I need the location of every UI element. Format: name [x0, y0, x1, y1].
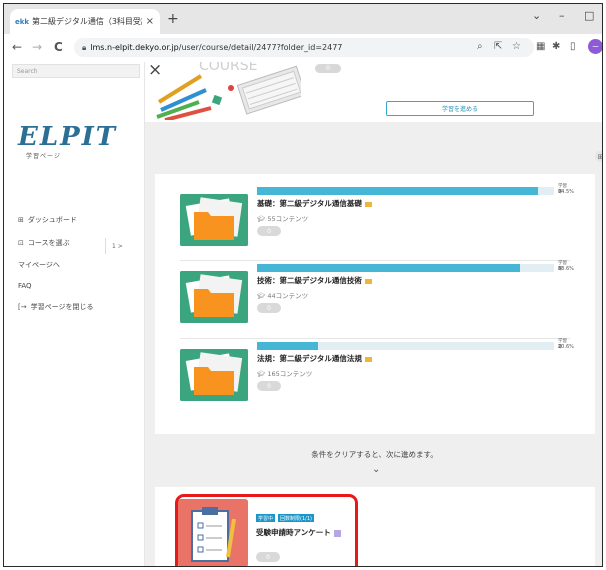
folder-icon — [364, 356, 372, 362]
folder-thumbnail-icon — [180, 271, 248, 323]
status-badge: 学習中 — [256, 514, 276, 522]
close-banner-button[interactable]: × — [148, 62, 162, 80]
share-icon[interactable]: ⇱ — [494, 41, 502, 52]
sidebar-item-faq[interactable]: FAQ — [18, 282, 32, 290]
back-button[interactable]: ← — [12, 40, 22, 54]
puzzle-icon[interactable]: ✱ — [552, 41, 560, 52]
start-learning-button[interactable]: 学習を進める — [386, 101, 534, 116]
sidebar: Search ELPIT 学習ページ ⊞ ダッシュボード ⊡ コースを選ぶ 1 … — [4, 62, 145, 566]
progress-bar — [257, 187, 554, 195]
sidebar-item-label: ダッシュボード — [27, 216, 77, 224]
sidebar-item-dashboard[interactable]: ⊞ ダッシュボード — [18, 215, 77, 225]
cap-icon: 🎓︎ — [257, 215, 268, 223]
course-title[interactable]: 法規：第二級デジタル通信法規 — [257, 354, 362, 363]
browser-window: ekk 第二級デジタル通信（3科目受講 × + ⌄ – □ ← → C 🔒︎ l… — [3, 3, 603, 567]
sidebar-item-choose-course[interactable]: ⊡ コースを選ぶ — [18, 238, 70, 248]
sidebar-item-label: FAQ — [18, 282, 32, 290]
divider — [105, 238, 106, 254]
maximize-button[interactable]: □ — [584, 9, 594, 22]
sidepanel-icon[interactable]: ▯ — [570, 41, 576, 52]
banner-course-text: COURSE — [199, 62, 258, 74]
course-title[interactable]: 技術：第二級デジタル通信技術 — [257, 276, 362, 285]
content-count: 44コンテンツ — [267, 292, 309, 300]
progress-fill — [257, 187, 538, 195]
survey-card[interactable]: 学習中 回数制限(1/1) 受験申請時アンケート 0 — [155, 487, 595, 566]
bookmark-star-icon[interactable]: ☆ — [512, 41, 521, 52]
expand-icon[interactable]: ⊞ — [595, 151, 602, 162]
cap-icon: 🎓︎ — [257, 292, 268, 300]
zoom-icon[interactable]: ⌕ — [477, 41, 483, 52]
new-tab-button[interactable]: + — [167, 11, 179, 27]
tab-strip: ekk 第二級デジタル通信（3科目受講 × + ⌄ – □ — [4, 4, 602, 34]
progress-bar — [257, 264, 554, 272]
sidebar-item-label: 学習ページを閉じる — [30, 303, 94, 311]
survey-type-icon — [333, 529, 341, 537]
course-card[interactable]: 学習率 94.5% 基礎：第二級デジタル通信基礎 🎓︎ 55コンテンツ 0 — [180, 182, 574, 252]
minimize-button[interactable]: – — [559, 9, 565, 22]
url-domain: lms.n-elpit.dekyo.or.jp — [90, 43, 179, 52]
like-count-pill[interactable]: 0 — [257, 226, 281, 236]
progress-fill — [257, 342, 319, 350]
tab-title: 第二級デジタル通信（3科目受講 — [32, 17, 142, 26]
sidebar-item-close-learning[interactable]: [→ 学習ページを閉じる — [18, 302, 93, 312]
progress-percent: 94.5% — [558, 189, 574, 195]
reload-button[interactable]: C — [54, 40, 63, 54]
progress-fill — [257, 264, 521, 272]
folder-thumbnail-icon — [180, 194, 248, 246]
url-field[interactable]: 🔒︎ lms.n-elpit.dekyo.or.jp/user/course/d… — [74, 38, 534, 57]
content-count: 165コンテンツ — [267, 370, 313, 378]
course-banner: COURSE × 0 学習を進める — [145, 62, 602, 122]
progress-percent: 20.6% — [558, 344, 574, 350]
folder-thumbnail-icon — [180, 349, 248, 401]
flag-icon: ⊡ — [18, 239, 24, 247]
sidebar-item-label: マイページへ — [18, 261, 60, 269]
forward-button[interactable]: → — [32, 40, 42, 54]
chevron-down-icon[interactable]: ⌄ — [372, 464, 380, 475]
lock-icon: 🔒︎ — [82, 42, 87, 52]
like-count-pill[interactable]: 0 — [315, 64, 341, 73]
like-count-pill[interactable]: 0 — [257, 381, 281, 391]
extension-icon[interactable]: ▦ — [536, 41, 545, 52]
sidebar-item-label: コースを選ぶ — [27, 239, 70, 247]
search-input[interactable]: Search — [12, 64, 140, 78]
like-count-pill[interactable]: 0 — [257, 303, 281, 313]
course-list: 学習率 94.5% 基礎：第二級デジタル通信基礎 🎓︎ 55コンテンツ 0 学習… — [155, 174, 595, 434]
close-tab-icon[interactable]: × — [146, 16, 154, 27]
condition-message: 条件をクリアすると、次に進めます。 — [311, 450, 438, 459]
course-title[interactable]: 基礎：第二級デジタル通信基礎 — [257, 199, 362, 208]
folder-icon — [364, 278, 372, 284]
progress-percent: 88.6% — [558, 266, 574, 272]
content-count: 55コンテンツ — [267, 215, 309, 223]
site-favicon-icon: ekk — [14, 17, 30, 26]
course-pager[interactable]: 1 > — [112, 243, 123, 250]
tab-search-icon[interactable]: ⌄ — [532, 9, 541, 22]
logout-icon: [→ — [18, 303, 27, 311]
cap-icon: 🎓︎ — [257, 370, 268, 378]
course-card[interactable]: 学習率 88.6% 技術：第二級デジタル通信技術 🎓︎ 44コンテンツ 0 — [180, 259, 574, 329]
logo-subtitle: 学習ページ — [26, 153, 61, 160]
url-path: /user/course/detail/2477?folder_id=2477 — [178, 43, 343, 52]
address-bar-row: ← → C 🔒︎ lms.n-elpit.dekyo.or.jp/user/co… — [4, 34, 602, 63]
folder-icon — [364, 201, 372, 207]
dashboard-icon: ⊞ — [18, 216, 24, 224]
limit-badge: 回数制限(1/1) — [278, 514, 314, 522]
progress-bar — [257, 342, 554, 350]
main-content: COURSE × 0 学習を進める ⊞ 学習率 94.5% 基礎：第二級デジタル… — [145, 62, 602, 566]
course-illustration: COURSE — [151, 62, 301, 120]
elpit-logo[interactable]: ELPIT — [18, 122, 117, 152]
browser-tab[interactable]: ekk 第二級デジタル通信（3科目受講 × — [10, 9, 160, 34]
like-count-pill[interactable]: 0 — [256, 552, 280, 562]
survey-title[interactable]: 受験申請時アンケート — [256, 528, 331, 537]
profile-avatar[interactable]: ー — [588, 39, 602, 54]
sidebar-item-mypage[interactable]: マイページへ — [18, 260, 60, 270]
course-card[interactable]: 学習率 20.6% 法規：第二級デジタル通信法規 🎓︎ 165コンテンツ 0 — [180, 337, 574, 407]
